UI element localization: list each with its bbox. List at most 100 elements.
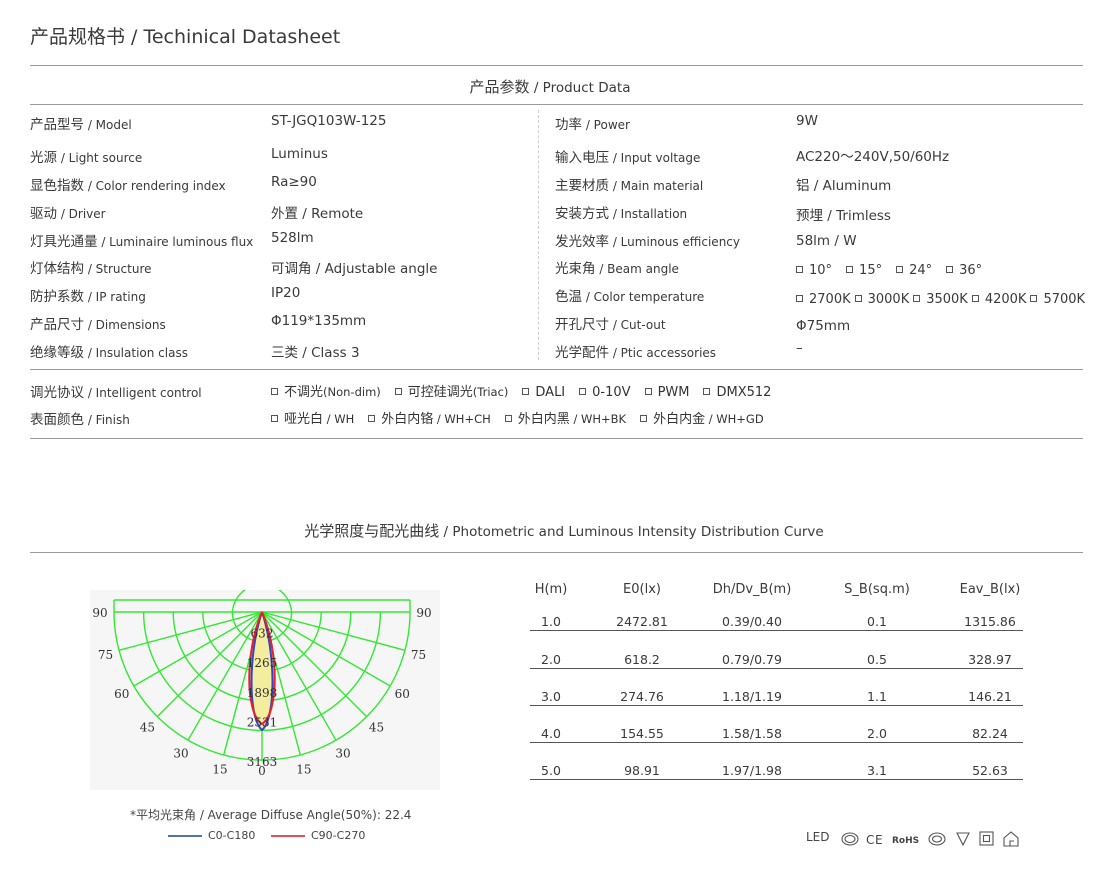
option-checkbox[interactable]: 可控硅调光(Triac)	[394, 381, 508, 400]
table-cell: 274.76	[620, 689, 664, 704]
option-checkbox[interactable]: 哑光白 / WH	[271, 408, 354, 427]
spec-label-cn: 光源	[30, 150, 57, 166]
option-checkbox[interactable]: 外白内铬 / WH+CH	[368, 408, 491, 427]
table-header-cell: Dh/Dv_B(m)	[712, 582, 792, 597]
spec-label-cn: 功率	[555, 117, 582, 133]
intensity-label: 632	[251, 627, 274, 641]
option-label-cn: PWM	[657, 385, 690, 400]
option-label: 24°	[909, 263, 933, 278]
option-checkbox[interactable]: 3500K	[913, 292, 968, 307]
spec-label-cn: 显色指数	[30, 178, 84, 194]
checkbox-icon[interactable]	[644, 388, 652, 395]
option-checkbox[interactable]: 外白内金 / WH+GD	[640, 408, 764, 427]
checkbox-icon[interactable]	[913, 295, 921, 302]
table-cell: 1.18/1.19	[722, 689, 782, 704]
option-checkbox[interactable]: 3000K	[854, 292, 910, 307]
checkbox-icon[interactable]	[796, 295, 803, 302]
table-cell: 1.0	[541, 614, 561, 629]
table-cell: 98.91	[624, 763, 660, 778]
spec-value: IP20	[271, 285, 301, 301]
option-checkbox[interactable]: DMX512	[703, 385, 771, 400]
checkbox-icon[interactable]	[522, 388, 530, 395]
spec-label-en: / Model	[84, 118, 132, 132]
option-checkbox[interactable]: 2700K	[796, 292, 851, 307]
divider	[30, 438, 1083, 439]
spec-label-cn: 灯具光通量	[30, 234, 98, 250]
spec-label: 光束角 / Beam angle	[555, 257, 679, 277]
option-checkbox[interactable]: 10°	[796, 263, 832, 278]
spec-value: Φ119*135mm	[271, 313, 367, 329]
spec-label-en: / Luminous efficiency	[609, 235, 740, 249]
svg-text:E: E	[875, 833, 883, 847]
table-cell: 1315.86	[964, 614, 1016, 629]
option-checkbox[interactable]: 36°	[946, 263, 982, 278]
angle-label-left: 45	[140, 721, 155, 735]
spec-label-cn: 发光效率	[555, 234, 609, 250]
spec-value: 外置 / Remote	[271, 206, 364, 222]
spec-value: 58lm / W	[796, 233, 857, 249]
spec-label-en: / Beam angle	[595, 262, 679, 276]
table-cell: 618.2	[624, 652, 660, 667]
table-row-line	[530, 668, 1023, 669]
checkbox-icon[interactable]	[640, 415, 648, 422]
angle-label-left: 90	[92, 606, 107, 620]
spec-label-cn: 主要材质	[555, 178, 609, 194]
legend-c90-line	[271, 835, 305, 837]
photometric-title-cn: 光学照度与配光曲线	[304, 522, 440, 540]
checkbox-icon[interactable]	[579, 388, 587, 395]
checkbox-icon[interactable]	[854, 295, 862, 302]
finish-label-cn: 表面颜色	[30, 412, 84, 428]
intensity-label: 3163	[247, 755, 278, 769]
legend-c0-line	[168, 835, 202, 837]
option-label: 2700K	[809, 292, 851, 307]
option-checkbox[interactable]: PWM	[644, 385, 690, 400]
angle-label-right: 15	[296, 762, 311, 776]
section-title-cn: 产品参数	[469, 78, 530, 96]
table-cell: 328.97	[968, 652, 1012, 667]
spec-label-en: / Main material	[609, 179, 704, 193]
option-label-cn: 外白内金	[653, 412, 706, 427]
checkbox-icon[interactable]	[394, 388, 402, 395]
photometric-title-en: / Photometric and Luminous Intensity Dis…	[439, 524, 824, 540]
angle-label-left: 15	[212, 762, 227, 776]
table-cell: 146.21	[968, 689, 1012, 704]
table-cell: 52.63	[972, 763, 1008, 778]
checkbox-icon[interactable]	[946, 266, 954, 273]
spec-label: 产品尺寸 / Dimensions	[30, 313, 166, 333]
checkbox-icon[interactable]	[846, 266, 854, 273]
spec-label-cn: 色温	[555, 289, 582, 305]
checkbox-icon[interactable]	[1030, 295, 1038, 302]
option-checkbox[interactable]: 15°	[846, 263, 882, 278]
table-header-cell: E0(lx)	[623, 582, 661, 597]
certification-icons: C E RoHS	[841, 831, 1019, 847]
spec-value: 预埋 / Trimless	[796, 208, 891, 224]
checkbox-icon[interactable]	[271, 415, 278, 422]
option-checkbox[interactable]: 不调光(Non-dim)	[271, 381, 381, 400]
option-label: 3000K	[867, 292, 910, 307]
option-checkbox[interactable]: DALI	[522, 385, 565, 400]
checkbox-icon[interactable]	[703, 388, 711, 395]
table-cell: 0.39/0.40	[722, 614, 782, 629]
checkbox-icon[interactable]	[368, 415, 376, 422]
option-label-en: / WH+BK	[569, 412, 627, 426]
option-checkbox[interactable]: 5700K	[1030, 292, 1085, 307]
section-title-product-data: 产品参数 / Product Data	[0, 76, 1100, 97]
option-checkbox[interactable]: 0-10V	[579, 385, 631, 400]
checkbox-icon[interactable]	[971, 295, 979, 302]
option-checkbox[interactable]: 4200K	[971, 292, 1026, 307]
divider	[30, 104, 1083, 105]
checkbox-icon[interactable]	[271, 388, 278, 395]
option-checkbox[interactable]: 外白内黑 / WH+BK	[504, 408, 627, 427]
table-cell: 1.1	[867, 689, 887, 704]
spec-label-en: / Ptic accessories	[609, 346, 717, 360]
table-cell: 154.55	[620, 726, 664, 741]
control-options: 不调光(Non-dim) 可控硅调光(Triac) DALI 0-10V PWM DMX5…	[271, 381, 785, 400]
option-checkbox[interactable]: 24°	[896, 263, 932, 278]
checkbox-icon[interactable]	[504, 415, 512, 422]
spec-label-en: / Structure	[84, 262, 152, 276]
checkbox-icon[interactable]	[796, 266, 803, 273]
checkbox-icon[interactable]	[896, 266, 904, 273]
option-label-en: / WH+CH	[433, 412, 491, 426]
spec-label: 发光效率 / Luminous efficiency	[555, 230, 740, 250]
angle-label-right: 45	[369, 721, 384, 735]
